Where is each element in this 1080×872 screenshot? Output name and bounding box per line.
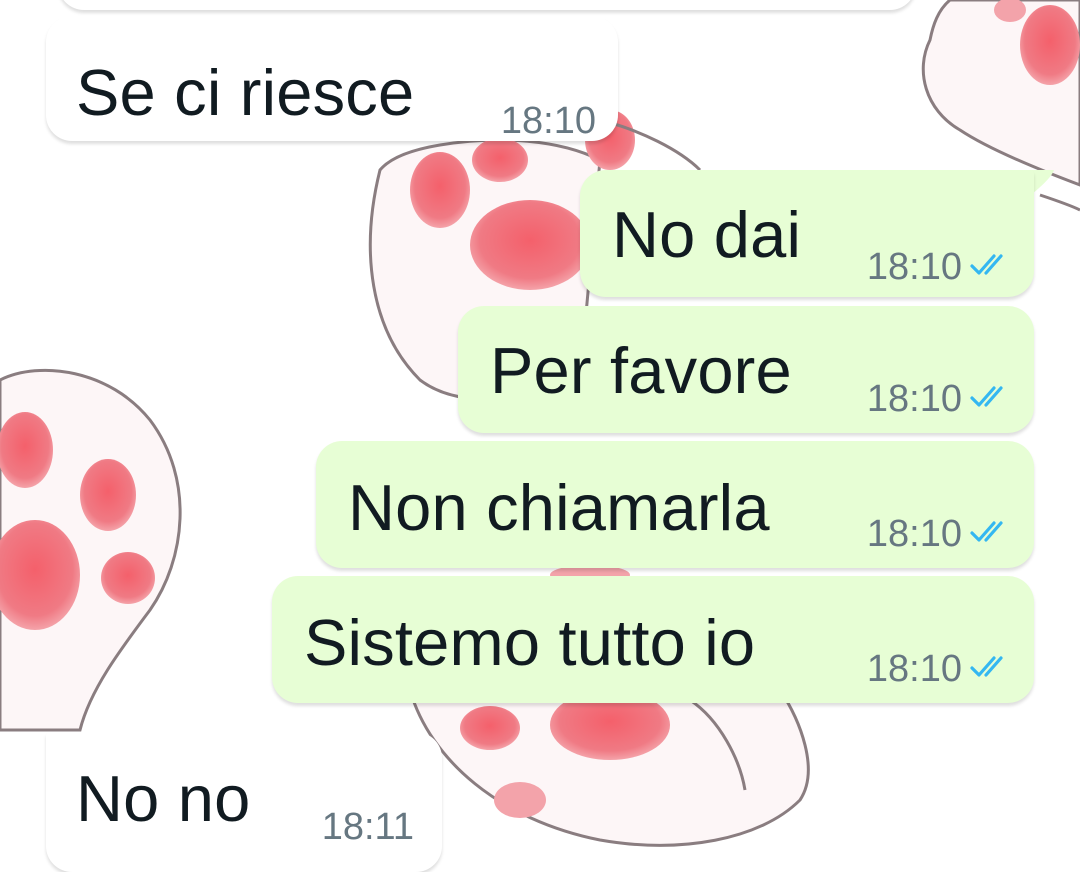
message-meta: 18:10 [867, 248, 1010, 286]
read-receipt-double-check-icon [970, 520, 1010, 548]
message-bubble-outgoing[interactable]: No dai 18:10 [580, 170, 1034, 297]
message-timestamp: 18:11 [321, 806, 414, 848]
message-timestamp: 18:10 [866, 648, 962, 690]
message-timestamp: 18:10 [866, 246, 962, 288]
message-meta: 18:11 [322, 808, 414, 846]
message-meta: 18:10 [867, 515, 1010, 553]
message-bubble-incoming[interactable]: No no 18:11 [46, 732, 442, 872]
message-text: No no [76, 762, 251, 835]
message-timestamp: 18:10 [500, 100, 596, 142]
message-text: Se ci riesce [76, 56, 415, 129]
message-bubble-outgoing[interactable]: Sistemo tutto io 18:10 [272, 576, 1034, 703]
message-text: No dai [612, 198, 802, 271]
paw-print-icon [0, 368, 182, 732]
message-meta: 18:10 [867, 650, 1010, 688]
message-text: Per favore [490, 334, 792, 407]
message-meta: 18:10 [501, 102, 596, 140]
read-receipt-double-check-icon [970, 385, 1010, 413]
message-text: Sistemo tutto io [304, 606, 756, 679]
message-bubble-incoming[interactable]: Se ci riesce 18:10 [46, 16, 618, 141]
read-receipt-double-check-icon [970, 655, 1010, 683]
message-timestamp: 18:10 [866, 378, 962, 420]
message-meta: 18:10 [867, 380, 1010, 418]
read-receipt-double-check-icon [970, 253, 1010, 281]
message-bubble-outgoing[interactable]: Per favore 18:10 [458, 306, 1034, 433]
message-bubble-outgoing[interactable]: Non chiamarla 18:10 [316, 441, 1034, 568]
previous-message-bubble[interactable] [58, 0, 916, 10]
message-text: Non chiamarla [348, 471, 770, 544]
paw-print-icon [921, 0, 1080, 187]
message-timestamp: 18:10 [866, 513, 962, 555]
